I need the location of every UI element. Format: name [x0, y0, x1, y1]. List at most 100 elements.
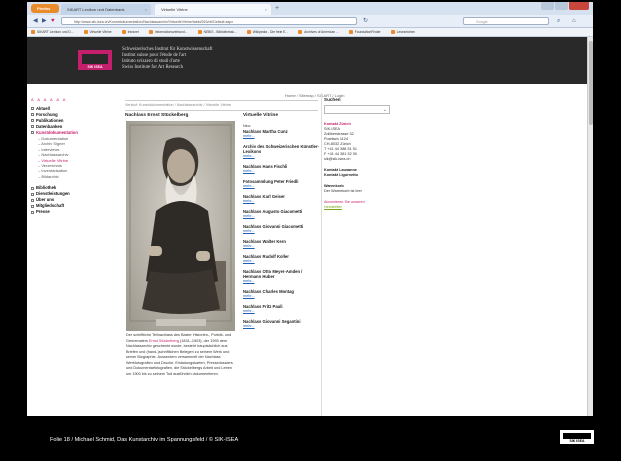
expand-icon [31, 198, 34, 202]
vitrine-item: Nachlass Rudolf Koller mehr... [243, 254, 319, 264]
nav-label: Aktuell [36, 106, 50, 111]
more-link[interactable]: mehr... [243, 229, 319, 234]
bookmark-label: Wikipedia - Die freie E... [252, 30, 289, 34]
caption-text-2: (1831–1903), der 1993 dem Nachlassarchiv… [126, 338, 233, 376]
bookmark-item[interactable]: Virtuelle Vitrine [83, 28, 112, 36]
minimize-button[interactable] [541, 2, 554, 10]
bookmark-label: Intranet [127, 30, 139, 34]
navigation-toolbar: ◀ ▶ ♥ http://www.sik-isea.ch/Kunstdokume… [27, 15, 593, 28]
vitrine-item: Nachlass Charles Montag mehr... [243, 289, 319, 299]
portrait-caption: Der schriftliche Teilnachlass des Basler… [126, 333, 236, 377]
bookmark-item[interactable]: Wikipedia - Die freie E... [246, 28, 289, 36]
institute-names: Schweizerisches Institut für Kunstwissen… [122, 47, 212, 71]
tab-label: SIKART Lexikon und Datenbank [67, 7, 125, 12]
more-link[interactable]: mehr... [243, 294, 319, 299]
bookmark-item[interactable]: Informationsverbund... [148, 28, 188, 36]
bookmark-item[interactable]: Intranet [121, 28, 139, 36]
bookmark-item[interactable]: FoundationFinder [348, 28, 381, 36]
bookmark-item[interactable]: Lesezeichen [390, 28, 415, 36]
url-bar[interactable]: http://www.sik-isea.ch/Kunstdokumentatio… [61, 17, 357, 25]
warenkorb: Warenkorb Der Warenkorb ist leer [324, 184, 392, 194]
more-link[interactable]: mehr... [243, 199, 319, 204]
more-link[interactable]: mehr... [243, 184, 319, 189]
expand-icon [31, 119, 34, 123]
search-box[interactable]: Google [463, 17, 549, 25]
new-tab-button[interactable]: + [275, 4, 279, 14]
vertical-scrollbar[interactable] [587, 37, 593, 416]
close-window-button[interactable] [569, 2, 589, 10]
nav-subitem[interactable]: – Bildarchiv [31, 174, 123, 179]
more-link[interactable]: mehr... [243, 324, 319, 329]
contact-line[interactable]: sik@sik-isea.ch [324, 157, 392, 162]
more-link[interactable]: mehr... [243, 214, 319, 219]
more-link[interactable]: mehr... [243, 134, 319, 139]
reload-icon[interactable]: ↻ [363, 17, 368, 25]
nav-label: Publikationen [36, 118, 64, 123]
vitrine-item: Nachlass Giovanni Giacometti mehr... [243, 224, 319, 234]
divider [125, 110, 318, 111]
back-icon[interactable]: ◀ [33, 17, 38, 25]
bookmark-label: FoundationFinder [354, 30, 381, 34]
more-link[interactable]: mehr... [243, 244, 319, 249]
more-link[interactable]: mehr... [243, 169, 319, 174]
bookmark-label: SIKART Lexikon und D... [37, 30, 74, 34]
artist-link[interactable]: Ernst Stückelberg [149, 339, 179, 343]
search-title: Suchen [324, 97, 341, 102]
more-link[interactable]: mehr... [243, 279, 319, 284]
bookmark-icon [348, 30, 353, 35]
expand-icon [31, 131, 34, 135]
tab-virtuelle-vitrine[interactable]: Virtuelle Vitrine × [155, 4, 271, 15]
vitrine-item: Fotosammlung Peter Friedli mehr... [243, 179, 319, 189]
bookmark-item[interactable]: SIKART Lexikon und D... [31, 28, 74, 36]
vitrine-item: Nachlass Walter Kern mehr... [243, 239, 319, 249]
vitrine-item: Nachlass Hans Fischli mehr... [243, 164, 319, 174]
text-size-switcher[interactable]: A A A A A A [31, 97, 123, 102]
bookmark-item[interactable]: NEBIS - Bibliotheksk... [197, 28, 237, 36]
vitrine-item-title[interactable]: Nachlass Otto Meyer-Amden / Hermann Hube… [243, 269, 319, 279]
scrollbar-thumb[interactable] [589, 41, 593, 125]
more-link[interactable]: mehr... [243, 259, 319, 264]
more-link[interactable]: mehr... [243, 309, 319, 314]
close-tab-icon[interactable]: × [265, 4, 267, 15]
site-search-input[interactable]: ⌄ [324, 105, 390, 114]
nav-label: Verzeichnis [41, 163, 62, 169]
tab-sikart[interactable]: SIKART Lexikon und Datenbank × [61, 4, 151, 15]
nav-label: Bibliothek [36, 185, 57, 191]
newsletter-link[interactable]: Newsletter [324, 205, 392, 210]
expand-icon [31, 204, 34, 208]
breadcrumb[interactable]: Verlauf: Kunstdokumentation / Nachlassar… [125, 103, 231, 107]
close-tab-icon[interactable]: × [145, 4, 147, 15]
search-icon[interactable]: ⌕ [557, 17, 560, 25]
contact-lugano-link[interactable]: Kontakt Ligornetto [324, 173, 392, 178]
vitrine-item: Nachlass Martha Cunz mehr... [243, 129, 319, 139]
bookmark-icon [246, 30, 251, 35]
vitrine-item-title[interactable]: Archiv des Schweizerischen Künstler-Lexi… [243, 144, 319, 154]
bookmark-item[interactable]: Archives of American ... [298, 28, 339, 36]
more-link[interactable]: mehr... [243, 154, 319, 159]
vitrine-item: Nachlass Karl Geiser mehr... [243, 194, 319, 204]
expand-icon [31, 192, 34, 196]
nav-label: Inventarisation [41, 168, 68, 174]
firefox-menu-button[interactable]: Firefox [31, 4, 59, 13]
bookmark-icon [121, 30, 126, 35]
nav-item[interactable]: Presse [31, 209, 123, 215]
bookmark-label: Virtuelle Vitrine [89, 30, 112, 34]
nav-label: Datenbanken [36, 124, 63, 129]
slide-logo: SIK ISEA [560, 430, 594, 446]
nav-label: Presse [36, 209, 50, 215]
bookmark-icon [31, 30, 35, 35]
home-button-icon[interactable]: ⌂ [572, 17, 576, 25]
slide-logo-frame [560, 430, 594, 439]
forward-icon[interactable]: ▶ [42, 17, 47, 25]
browser-window: Firefox SIKART Lexikon und Datenbank × V… [27, 2, 593, 416]
vitrine-item: Nachlass Otto Meyer-Amden / Hermann Hube… [243, 269, 319, 284]
bookmark-icon [298, 30, 303, 35]
sik-isea-logo[interactable] [78, 50, 112, 64]
page-viewport: SIK ISEA Schweizerisches Institut für Ku… [27, 37, 587, 416]
nav-label: Archiv Signer [41, 141, 65, 147]
divider [125, 100, 318, 101]
chevron-down-icon[interactable]: ⌄ [383, 107, 387, 113]
maximize-button[interactable] [555, 2, 568, 10]
portrait-photo-ernst-stueckelberg [126, 121, 235, 331]
home-icon[interactable]: ♥ [51, 17, 55, 25]
